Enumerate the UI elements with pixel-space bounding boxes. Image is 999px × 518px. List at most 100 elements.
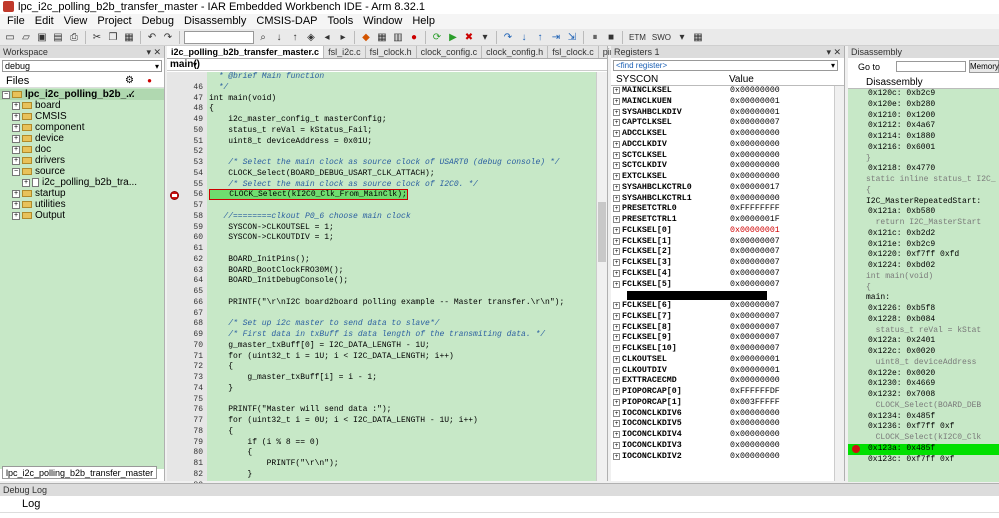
new-file-icon[interactable]: ▭ xyxy=(3,31,17,44)
expand-icon[interactable]: + xyxy=(613,312,620,320)
instruction-line[interactable]: 0x121a: 0xb580 xyxy=(848,207,999,218)
editor-tab[interactable]: i2c_polling_b2b_transfer_master.c xyxy=(167,46,325,58)
editor-scrollbar[interactable] xyxy=(596,72,607,481)
register-row[interactable]: + PIOPORCAP[1] 0x003FFFFF xyxy=(611,398,844,409)
register-row[interactable]: + FCLKSEL[3] 0x00000007 xyxy=(611,258,844,269)
register-row[interactable]: + FCLKSEL[2] 0x00000007 xyxy=(611,247,844,258)
code-line[interactable]: */ xyxy=(207,83,597,94)
expand-icon[interactable]: + xyxy=(12,200,20,209)
editor-tab[interactable]: clock_config.c xyxy=(417,46,483,58)
editor-tab[interactable]: fsl_i2c.c xyxy=(324,46,366,58)
tree-item[interactable]: + utilities xyxy=(0,199,164,210)
register-row[interactable]: + MAINCLKSEL 0x00000000 xyxy=(611,86,844,97)
goto-input[interactable] xyxy=(896,61,967,72)
expand-icon[interactable]: + xyxy=(613,323,620,331)
register-row[interactable]: + FCLKSEL[8] 0x00000007 xyxy=(611,323,844,334)
editor-tab[interactable]: fsl_clock.c xyxy=(548,46,599,58)
step-out-icon[interactable]: ↑ xyxy=(533,31,547,44)
register-value[interactable]: 0x00000000 xyxy=(724,140,780,151)
register-value[interactable]: 0x00000001 xyxy=(724,355,780,366)
register-value[interactable]: 0x00000000 xyxy=(724,86,780,97)
editor-tab[interactable]: fsl_clock.h xyxy=(366,46,417,58)
tree-item[interactable]: + doc xyxy=(0,144,164,155)
run-to-cursor-icon[interactable]: ⇲ xyxy=(565,31,579,44)
expand-icon[interactable]: + xyxy=(613,366,620,374)
code-line[interactable]: SYSCON->CLKOUTDIV = 1; xyxy=(207,233,597,244)
instruction-line[interactable]: 0x120c: 0xb2c9 xyxy=(848,89,999,100)
register-value[interactable]: 0x00000000 xyxy=(724,441,780,452)
register-row[interactable]: + ADCCLKDIV 0x00000000 xyxy=(611,140,844,151)
code-line[interactable]: { xyxy=(207,104,597,115)
go-icon[interactable]: ⟳ xyxy=(430,31,444,44)
register-row[interactable]: + ADCCLKSEL 0x00000000 xyxy=(611,129,844,140)
code-line[interactable]: g_master_txBuff[i] = i - 1; xyxy=(207,373,597,384)
instruction-line[interactable]: 0x1232: 0x7008 xyxy=(848,390,999,401)
save-icon[interactable]: ▣ xyxy=(35,31,49,44)
register-value[interactable]: 0x00000000 xyxy=(724,430,780,441)
code-line[interactable]: PRINTF("0x%2x ", g_master_txBuff[i + 1])… xyxy=(207,481,597,482)
collapse-icon[interactable]: − xyxy=(2,90,10,99)
register-value[interactable]: 0x00000000 xyxy=(724,151,780,162)
code-line[interactable]: uint8_t deviceAddress = 0x01U; xyxy=(207,137,597,148)
code-line[interactable]: /* First data in txBuff is data length o… xyxy=(207,330,597,341)
instruction-line[interactable]: 0x1236: 0xf7ff 0xf xyxy=(848,422,999,433)
register-row[interactable]: + CLKOUTSEL 0x00000001 xyxy=(611,355,844,366)
expand-icon[interactable]: + xyxy=(613,130,620,137)
menu-item-disassembly[interactable]: Disassembly xyxy=(179,14,251,29)
close-icon[interactable]: ▾ ✕ xyxy=(826,46,841,58)
register-value[interactable]: 0x00000007 xyxy=(724,237,780,248)
code-line[interactable]: } xyxy=(207,470,597,481)
tree-item[interactable]: + board xyxy=(0,100,164,111)
expand-icon[interactable]: + xyxy=(613,97,620,105)
register-row[interactable]: + IOCONCLKDIV3 0x00000000 xyxy=(611,441,844,452)
register-value[interactable]: 0x00000000 xyxy=(724,194,780,205)
menu-item-debug[interactable]: Debug xyxy=(137,14,179,29)
next-statement-icon[interactable]: ⇥ xyxy=(549,31,563,44)
close-icon[interactable]: ▾ ✕ xyxy=(146,46,161,58)
register-row[interactable]: + FCLKSEL[10] 0x00000007 xyxy=(611,344,844,355)
expand-icon[interactable]: + xyxy=(613,420,620,428)
compile-icon[interactable]: ◆ xyxy=(359,31,373,44)
toggle-breakpoint-icon[interactable]: ● xyxy=(407,31,421,44)
tree-item[interactable]: + i2c_polling_b2b_tra... xyxy=(0,177,164,188)
find-prev-icon[interactable]: ↑ xyxy=(288,31,302,44)
instruction-line[interactable]: 0x121e: 0xb2c9 xyxy=(848,240,999,251)
source-line[interactable]: status_t reVal = kStat xyxy=(848,326,999,337)
label-line[interactable]: main: xyxy=(848,293,999,304)
register-value[interactable]: 0x00000007 xyxy=(724,118,780,129)
expand-icon[interactable]: + xyxy=(12,156,20,165)
register-row[interactable]: + FCLKSEL[5] 0x00000007 xyxy=(611,280,844,291)
instruction-line[interactable]: 0x120e: 0xb280 xyxy=(848,100,999,111)
register-value[interactable]: 0x00000000 xyxy=(724,172,780,183)
expand-icon[interactable]: + xyxy=(613,302,620,309)
register-value[interactable]: 0x00000007 xyxy=(724,247,780,258)
expand-icon[interactable]: + xyxy=(613,441,620,449)
workspace-tab[interactable]: lpc_i2c_polling_b2b_transfer_master xyxy=(2,466,158,479)
instruction-line[interactable]: 0x1228: 0xb084 xyxy=(848,315,999,326)
tree-item[interactable]: + device xyxy=(0,133,164,144)
code-line[interactable]: { xyxy=(207,427,597,438)
terminal-io-icon[interactable]: ▦ xyxy=(691,31,705,44)
register-value[interactable]: 0x00000007 xyxy=(724,280,780,291)
label-line[interactable]: I2C_MasterRepeatedStart: xyxy=(848,197,999,208)
instruction-line[interactable]: 0x123a: 0x485f xyxy=(848,443,999,455)
register-row[interactable]: + SCTCLKDIV 0x00000000 xyxy=(611,161,844,172)
menu-item-help[interactable]: Help xyxy=(407,14,440,29)
collapse-icon[interactable]: − xyxy=(12,167,20,176)
code-line[interactable]: for (uint32_t i = 1U; i < I2C_DATA_LENGT… xyxy=(207,352,597,363)
code-line[interactable]: * @brief Main function xyxy=(207,72,597,83)
register-value[interactable]: 0x00000001 xyxy=(724,108,780,119)
code-text[interactable]: * @brief Main function */int main(void){… xyxy=(207,72,597,481)
stop-debug-icon[interactable]: ✖ xyxy=(462,31,476,44)
code-line[interactable]: { xyxy=(207,362,597,373)
open-icon[interactable]: ▱ xyxy=(19,31,33,44)
tree-item[interactable]: + Output xyxy=(0,210,164,221)
expand-icon[interactable]: + xyxy=(613,431,620,438)
expand-icon[interactable]: + xyxy=(12,189,20,198)
register-row[interactable]: + SYSAHBCLKCTRL1 0x00000000 xyxy=(611,194,844,205)
register-row[interactable]: + CAPTCLKSEL 0x00000007 xyxy=(611,118,844,129)
code-line[interactable]: /* Set up i2c master to send data to sla… xyxy=(207,319,597,330)
copy-icon[interactable]: ❐ xyxy=(106,31,120,44)
register-value[interactable]: 0x00000001 xyxy=(724,366,780,377)
tree-item[interactable]: + component xyxy=(0,122,164,133)
